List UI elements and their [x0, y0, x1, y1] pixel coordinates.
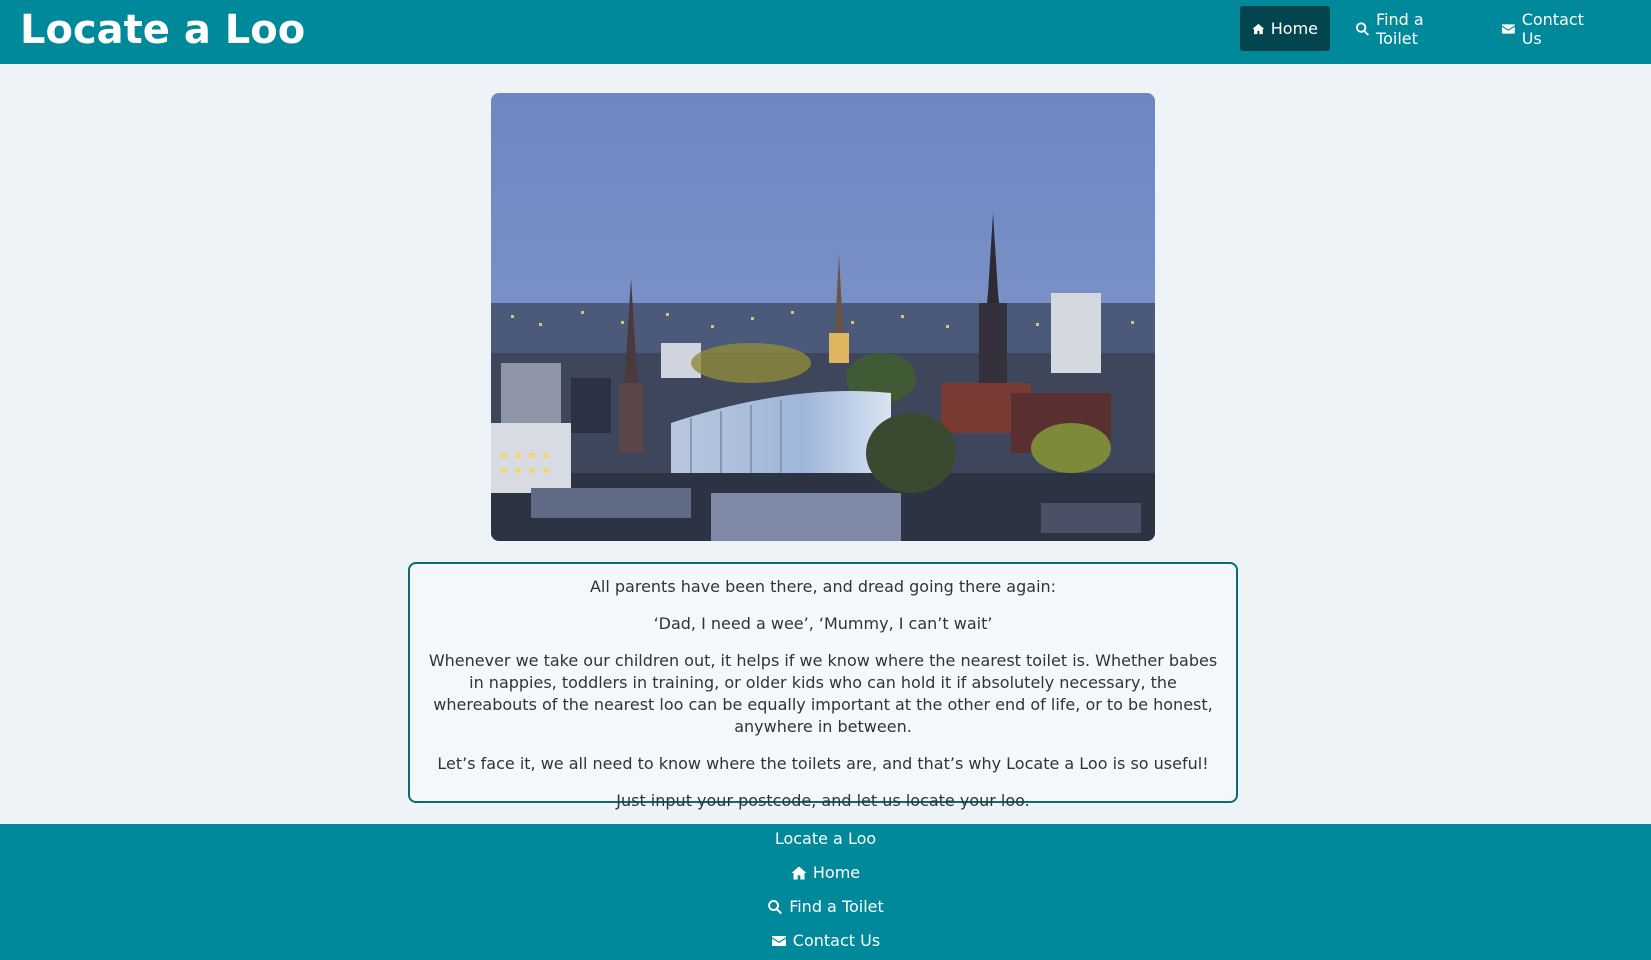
- footer-contact-label: Contact Us: [792, 931, 881, 950]
- intro-panel: All parents have been there, and dread g…: [408, 562, 1238, 810]
- footer: Locate a Loo Home Find a Toilet Contact …: [0, 824, 1651, 960]
- footer-link-contact[interactable]: Contact Us: [0, 930, 1651, 952]
- hero-image: [491, 93, 1155, 541]
- footer-link-home[interactable]: Home: [0, 862, 1651, 884]
- nav-contact-label: Contact Us: [1521, 9, 1584, 48]
- intro-line-4: Let’s face it, we all need to know where…: [437, 754, 1209, 773]
- intro-line-2: ‘Dad, I need a wee’, ‘Mummy, I can’t wai…: [653, 614, 993, 633]
- intro-paragraph: Whenever we take our children out, it he…: [428, 651, 1218, 736]
- footer-link-find[interactable]: Find a Toilet: [0, 896, 1651, 918]
- nav-find-label: Find a Toilet: [1376, 9, 1424, 48]
- footer-find-label: Find a Toilet: [789, 897, 884, 916]
- nav-home[interactable]: Home: [1240, 6, 1330, 51]
- home-icon: [791, 866, 807, 880]
- intro-line-1: All parents have been there, and dread g…: [589, 577, 1057, 596]
- footer-title-text: Locate a Loo: [774, 829, 877, 848]
- nav-contact[interactable]: Contact Us: [1489, 6, 1614, 51]
- navbar: Locate a Loo Home Find a Toilet Contact …: [0, 0, 1651, 64]
- nav-find-toilet[interactable]: Find a Toilet: [1343, 6, 1477, 51]
- envelope-icon: [771, 936, 786, 946]
- city-skyline-image: [491, 93, 1155, 541]
- footer-title: Locate a Loo: [0, 828, 1651, 850]
- footer-home-label: Home: [812, 863, 861, 882]
- site-title[interactable]: Locate a Loo: [20, 4, 305, 56]
- nav-home-label: Home: [1270, 19, 1318, 38]
- home-icon: [1252, 23, 1265, 34]
- search-icon: [1356, 21, 1370, 36]
- envelope-icon: [1501, 23, 1515, 34]
- search-icon: [768, 900, 783, 915]
- intro-line-5: Just input your postcode, and let us loc…: [616, 791, 1030, 810]
